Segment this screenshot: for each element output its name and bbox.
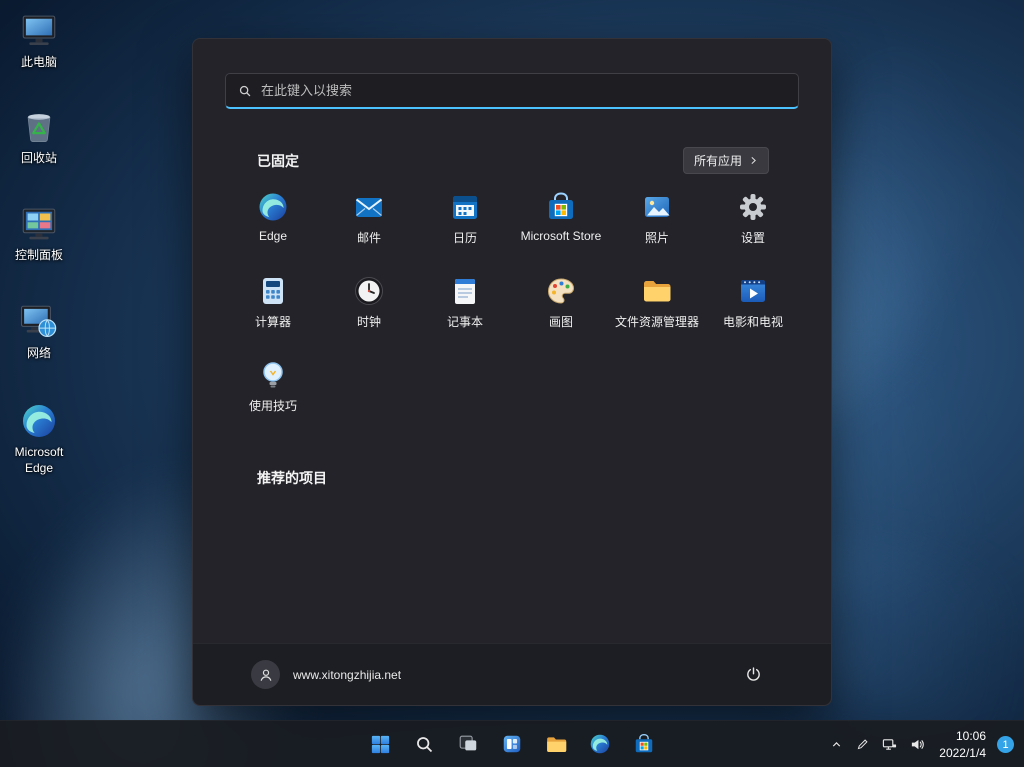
desktop-icon-network[interactable]: 网络: [7, 301, 71, 362]
app-tile-calculator[interactable]: 计算器: [225, 266, 321, 350]
app-label: 文件资源管理器: [615, 313, 699, 330]
desktop-icon-edge[interactable]: Microsoft Edge: [7, 400, 71, 476]
desktop-icon-control-panel[interactable]: 控制面板: [7, 203, 71, 264]
microsoft-store-icon: [545, 190, 577, 224]
start-button[interactable]: [360, 724, 400, 764]
app-label: 计算器: [255, 313, 291, 330]
app-tile-notepad[interactable]: 记事本: [417, 266, 513, 350]
app-tile-file-explorer[interactable]: 文件资源管理器: [609, 266, 705, 350]
app-label: 记事本: [447, 313, 483, 330]
app-label: Microsoft Store: [521, 229, 602, 243]
search-input[interactable]: [261, 83, 786, 98]
control-panel-icon: [18, 203, 60, 245]
start-menu: 已固定 所有应用 Edge 邮件 日历: [192, 38, 832, 706]
app-tile-mail[interactable]: 邮件: [321, 182, 417, 266]
clock-time: 10:06: [939, 728, 986, 744]
clock-date: 2022/1/4: [939, 745, 986, 761]
app-tile-microsoft-store[interactable]: Microsoft Store: [513, 182, 609, 266]
pinned-header: 已固定: [257, 151, 299, 171]
ime-pen-button[interactable]: [850, 725, 875, 765]
power-button[interactable]: [733, 655, 773, 695]
start-search-box[interactable]: [225, 73, 799, 109]
desktop-icon-label: 控制面板: [15, 248, 63, 264]
app-label: Edge: [259, 229, 287, 243]
app-tile-edge[interactable]: Edge: [225, 182, 321, 266]
volume-button[interactable]: [904, 725, 931, 765]
search-icon: [414, 734, 435, 755]
app-tile-calendar[interactable]: 日历: [417, 182, 513, 266]
user-profile-button[interactable]: www.xitongzhijia.net: [251, 660, 401, 689]
desktop-icon-label: 此电脑: [21, 55, 57, 71]
app-tile-clock[interactable]: 时钟: [321, 266, 417, 350]
notepad-icon: [449, 274, 481, 308]
desktop-icon-label: 回收站: [21, 151, 57, 167]
paint-palette-icon: [545, 274, 577, 308]
pen-icon: [856, 738, 869, 751]
file-explorer-button[interactable]: [536, 724, 576, 764]
taskbar-search-button[interactable]: [404, 724, 444, 764]
app-label: 照片: [645, 229, 669, 246]
photos-icon: [641, 190, 673, 224]
power-icon: [745, 666, 762, 683]
folder-icon: [641, 274, 673, 308]
user-avatar-icon: [251, 660, 280, 689]
app-tile-tips[interactable]: 使用技巧: [225, 350, 321, 434]
microsoft-store-button[interactable]: [624, 724, 664, 764]
app-tile-paint[interactable]: 画图: [513, 266, 609, 350]
app-label: 设置: [741, 229, 765, 246]
app-label: 电影和电视: [723, 313, 783, 330]
taskbar-center-icons: [360, 724, 664, 764]
chevron-right-icon: [749, 156, 758, 165]
task-view-button[interactable]: [448, 724, 488, 764]
app-label: 邮件: [357, 229, 381, 246]
all-apps-label: 所有应用: [694, 152, 742, 169]
all-apps-button[interactable]: 所有应用: [683, 147, 769, 174]
desktop-icon-this-pc[interactable]: 此电脑: [7, 10, 71, 71]
widgets-button[interactable]: [492, 724, 532, 764]
settings-gear-icon: [737, 190, 769, 224]
edge-icon: [20, 400, 58, 442]
system-tray: 10:06 2022/1/4 1: [824, 721, 1018, 767]
microsoft-store-icon: [633, 733, 655, 755]
desktop-icon-label: 网络: [27, 346, 51, 362]
tray-overflow-button[interactable]: [824, 725, 849, 765]
app-label: 画图: [549, 313, 573, 330]
clock-icon: [353, 274, 385, 308]
network-icon: [18, 301, 60, 343]
recycle-bin-icon: [18, 106, 60, 148]
recommended-header: 推荐的项目: [257, 470, 327, 486]
lightbulb-icon: [257, 358, 289, 392]
network-tray-button[interactable]: [876, 725, 903, 765]
desktop-icon-label: Microsoft Edge: [7, 445, 71, 476]
calculator-icon: [257, 274, 289, 308]
app-tile-photos[interactable]: 照片: [609, 182, 705, 266]
chevron-up-icon: [830, 738, 843, 751]
this-pc-icon: [18, 10, 60, 52]
network-icon: [882, 737, 897, 752]
start-menu-footer: www.xitongzhijia.net: [193, 643, 831, 705]
search-icon: [238, 84, 252, 98]
app-label: 使用技巧: [249, 397, 297, 414]
mail-icon: [353, 190, 385, 224]
folder-icon: [545, 733, 568, 756]
calendar-icon: [449, 190, 481, 224]
app-label: 时钟: [357, 313, 381, 330]
app-label: 日历: [453, 229, 477, 246]
movies-tv-icon: [737, 274, 769, 308]
edge-button[interactable]: [580, 724, 620, 764]
desktop-icon-recycle-bin[interactable]: 回收站: [7, 106, 71, 167]
task-view-icon: [457, 733, 479, 755]
app-tile-movies-tv[interactable]: 电影和电视: [705, 266, 801, 350]
pinned-apps-grid: Edge 邮件 日历 Microsoft Store 照片: [193, 182, 831, 434]
user-name-label: www.xitongzhijia.net: [293, 668, 401, 682]
speaker-icon: [910, 737, 925, 752]
windows-logo-icon: [369, 733, 392, 756]
taskbar: 10:06 2022/1/4 1: [0, 720, 1024, 767]
widgets-icon: [501, 733, 523, 755]
edge-icon: [257, 190, 289, 224]
edge-icon: [589, 733, 611, 755]
clock[interactable]: 10:06 2022/1/4: [932, 728, 993, 760]
app-tile-settings[interactable]: 设置: [705, 182, 801, 266]
notification-badge[interactable]: 1: [997, 736, 1014, 753]
